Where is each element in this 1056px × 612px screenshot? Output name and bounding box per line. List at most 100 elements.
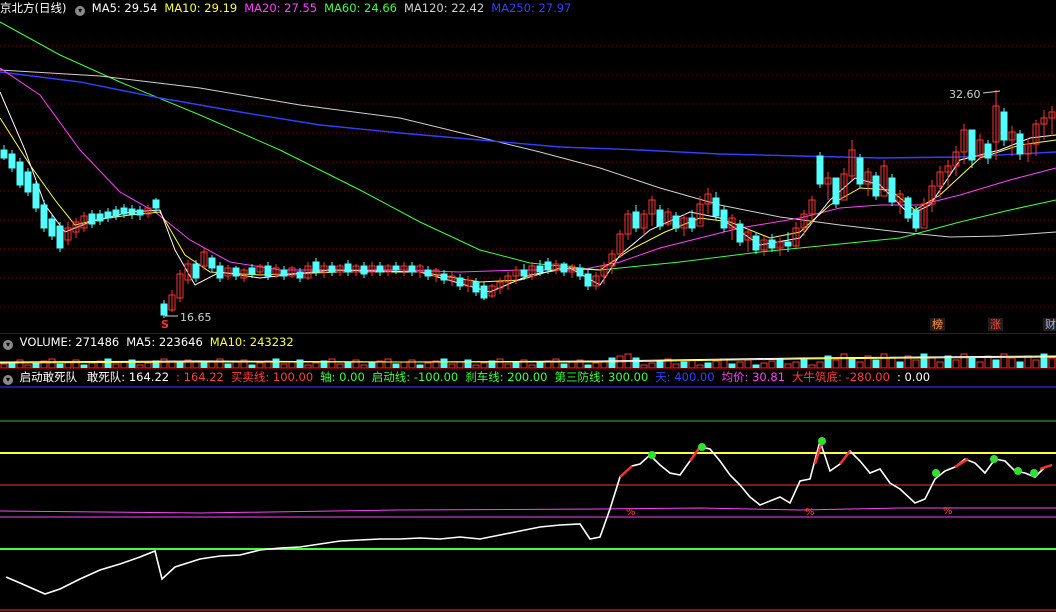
pct-mark: %: [626, 507, 636, 518]
candle-body: [440, 273, 448, 281]
candle-body: [16, 161, 24, 186]
price-chart[interactable]: [0, 0, 1056, 333]
candle-body: [264, 265, 272, 277]
candle-body: [136, 209, 144, 216]
candle-body: [248, 267, 256, 275]
avg-price-curve: [0, 507, 1056, 514]
tag-zhang[interactable]: 涨: [988, 318, 1003, 331]
candle-body: [296, 271, 304, 279]
candle-body: [104, 211, 112, 219]
tag-cai[interactable]: 财: [1043, 318, 1056, 331]
volume-legend-item-1: MA5: 223646: [126, 335, 203, 349]
candle-body: [208, 257, 216, 269]
candle-body: [544, 261, 552, 271]
volume-bar: [768, 360, 776, 368]
volume-bar: [632, 357, 640, 368]
volume-bar: [920, 353, 928, 368]
volume-bar: [408, 359, 416, 368]
volume-bar: [832, 359, 840, 368]
signal-s-label: S: [161, 318, 169, 331]
price-panel[interactable]: 京北方(日线) ▾ MA5: 29.54 MA10: 29.19 MA20: 27.…: [0, 0, 1056, 333]
ma-legend-item-0: MA5: 29.54: [91, 1, 158, 15]
candle-body: [912, 209, 920, 229]
candle-body: [984, 143, 992, 159]
volume-panel[interactable]: ▾ VOLUME: 271486 MA5: 223646 MA10: 243232: [0, 334, 1056, 368]
low-price-label: 16.65: [180, 311, 212, 324]
settings-circle-icon[interactable]: ▾: [3, 340, 13, 350]
candle-body: [1016, 133, 1024, 155]
volume-legend: VOLUME: 271486 MA5: 223646 MA10: 243232: [20, 335, 301, 349]
indicator-name[interactable]: 启动敢死队: [20, 370, 78, 384]
signal-dot: [990, 455, 998, 463]
indicator-chart[interactable]: %%%: [0, 369, 1056, 612]
candle-body: [472, 281, 480, 293]
candle-body: [344, 263, 352, 273]
candle-body: [328, 265, 336, 273]
high-marker-arrow: [982, 90, 1001, 94]
candle-body: [712, 197, 720, 217]
ma-legend-item-1: MA10: 29.19: [164, 1, 238, 15]
volume-bar: [552, 358, 560, 368]
signal-dot: [698, 443, 706, 451]
candle-body: [8, 153, 16, 169]
ma-legend-item-2: MA20: 27.55: [244, 1, 318, 15]
candle-body: [360, 265, 368, 275]
candle-body: [688, 217, 696, 229]
volume-bar: [16, 359, 24, 368]
volume-header: ▾ VOLUME: 271486 MA5: 223646 MA10: 243232: [0, 334, 301, 350]
candle-body: [48, 218, 56, 237]
indicator-legend-item-9: 大牛筑底: -280.00: [792, 370, 890, 384]
candle-body: [784, 241, 792, 247]
signal-dot: [818, 437, 826, 445]
indicator-legend-item-2: 买卖线: 100.00: [230, 370, 314, 384]
candle-body: [88, 213, 96, 225]
tag-bang[interactable]: 榜: [930, 318, 945, 331]
volume-bar: [840, 353, 848, 368]
volume-bar: [776, 358, 784, 368]
ma-legend-item-5: MA250: 27.97: [491, 1, 572, 15]
candle-body: [216, 265, 224, 279]
indicator-legend-item-3: 轴: 0.00: [320, 370, 365, 384]
candle-body: [816, 155, 824, 185]
candle-body: [584, 273, 592, 287]
volume-bar: [888, 357, 896, 368]
candle-body: [392, 265, 400, 271]
candle-body: [424, 269, 432, 277]
candle-body: [576, 267, 584, 277]
candle-body: [152, 199, 160, 209]
candle-body: [40, 204, 48, 229]
volume-bar: [272, 358, 280, 368]
indicator-legend-item-6: 第三防线: 300.00: [554, 370, 649, 384]
volume-bar: [384, 358, 392, 368]
indicator-panel[interactable]: ▾ 启动敢死队 敢死队: 164.22: 164.22 买卖线: 100.00 轴:…: [0, 369, 1056, 612]
candle-body: [32, 183, 40, 209]
volume-bar: [496, 358, 504, 368]
settings-circle-icon[interactable]: ▾: [3, 375, 13, 385]
volume-bar: [608, 357, 616, 368]
indicator-legend: 敢死队: 164.22: 164.22 买卖线: 100.00 轴: 0.00 启动线…: [87, 370, 937, 384]
settings-circle-icon[interactable]: ▾: [75, 6, 86, 16]
volume-bar: [928, 357, 936, 368]
indicator-legend-item-4: 启动线: -100.00: [371, 370, 459, 384]
candle-body: [312, 261, 320, 273]
indicator-legend-item-10: : 0.00: [896, 370, 931, 384]
volume-bar: [952, 359, 960, 368]
pct-mark: %: [943, 506, 953, 517]
volume-ma5-line: [0, 355, 1056, 363]
candle-body: [408, 265, 416, 273]
signal-dot: [932, 469, 940, 477]
candle-body: [192, 263, 200, 279]
volume-bar: [744, 359, 752, 368]
candle-body: [376, 265, 384, 273]
stock-title[interactable]: 京北方(日线): [0, 1, 66, 15]
volume-bar: [712, 360, 720, 368]
candle-body: [632, 211, 640, 229]
candle-body: [672, 215, 680, 229]
candle-body: [120, 207, 128, 215]
volume-bar: [992, 359, 1000, 368]
volume-bar: [688, 359, 696, 368]
pct-mark: %: [805, 507, 815, 518]
candle-body: [752, 235, 760, 251]
volume-bar: [1048, 357, 1056, 368]
candle-body: [560, 263, 568, 273]
